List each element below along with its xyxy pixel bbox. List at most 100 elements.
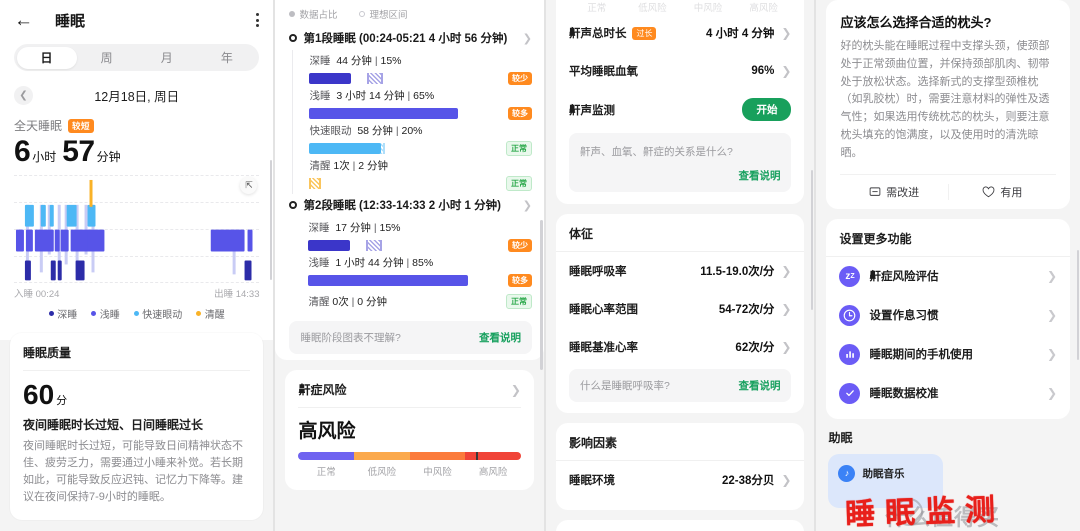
segment-1-header[interactable]: 第1段睡眠 (00:24-05:21 4 小时 56 分钟) ❯ bbox=[289, 27, 532, 50]
avg-spo2-label: 平均睡眠血氧 bbox=[568, 66, 638, 78]
sleep-hours-value: 6 bbox=[14, 135, 31, 168]
stage-bar bbox=[309, 178, 469, 189]
legend-item-deep: 深睡 bbox=[48, 306, 77, 321]
tab-year[interactable]: 年 bbox=[197, 47, 257, 69]
risk-scale-bar bbox=[298, 452, 521, 460]
tab-week[interactable]: 周 bbox=[77, 47, 137, 69]
stage-hint-box[interactable]: 睡眠阶段图表不理解? 查看说明 bbox=[289, 321, 532, 354]
chevron-right-icon[interactable]: ❯ bbox=[1047, 308, 1057, 322]
check-circle-icon bbox=[839, 382, 861, 404]
scrollbar[interactable] bbox=[269, 160, 273, 280]
status-badge: 较多 bbox=[507, 274, 532, 287]
respiration-rate-row[interactable]: 睡眠呼吸率 11.5-19.0次/分 ❯ bbox=[569, 252, 792, 290]
hint-question: 什么是睡眠呼吸率? bbox=[579, 380, 670, 392]
kebab-menu-icon[interactable] bbox=[256, 13, 260, 27]
chevron-right-icon[interactable]: ❯ bbox=[781, 302, 791, 316]
chevron-right-icon[interactable]: ❯ bbox=[781, 64, 791, 78]
baseline-heart-rate-row[interactable]: 睡眠基准心率 62次/分 ❯ bbox=[569, 328, 792, 366]
risk-scale-labels: 正常 低风险 中风险 高风险 bbox=[316, 467, 508, 478]
status-badge: 较多 bbox=[507, 107, 532, 120]
view-explanation-link[interactable]: 查看说明 bbox=[580, 168, 780, 183]
chevron-right-icon[interactable]: ❯ bbox=[511, 383, 521, 397]
respiration-rate-value: 11.5-19.0次/分 bbox=[700, 266, 775, 278]
tab-day[interactable]: 日 bbox=[16, 46, 77, 69]
stage-label: 深睡 44 分钟 | 15% bbox=[309, 55, 402, 67]
sleep-segment-2: 第2段睡眠 (12:33-14:33 2 小时 1 分钟) ❯ 深睡 17 分钟… bbox=[275, 194, 544, 313]
stage-bar-row: 较多 bbox=[309, 107, 532, 120]
sleep-environment-value: 22-38分贝 bbox=[722, 475, 775, 487]
stage-deep-2: 深睡 17 分钟 | 15% 较少 bbox=[308, 217, 532, 252]
useful-button[interactable]: 有用 bbox=[949, 175, 1056, 209]
stage-label: 深睡 17 分钟 | 15% bbox=[308, 222, 401, 234]
vitals-hint-box[interactable]: 什么是睡眠呼吸率? 查看说明 bbox=[568, 369, 792, 402]
feature-set-routine[interactable]: 设置作息习惯 ❯ bbox=[839, 296, 1057, 335]
segment-1-title: 第1段睡眠 (00:24-05:21 4 小时 56 分钟) bbox=[303, 33, 508, 45]
column-snore-vitals: 正常 低风险 中风险 高风险 鼾声总时长 过长 4 小时 4 分钟 ❯ 平均睡眠血氧… bbox=[545, 0, 815, 531]
risk-marker-icon bbox=[476, 452, 478, 460]
stage-bar bbox=[309, 108, 469, 119]
scrollbar[interactable] bbox=[810, 170, 814, 310]
status-badge: 过长 bbox=[632, 26, 657, 40]
feedback-icon bbox=[869, 187, 881, 196]
feature-phone-usage[interactable]: 睡眠期间的手机使用 ❯ bbox=[839, 335, 1057, 374]
sleep-environment-row[interactable]: 睡眠环境 22-38分贝 ❯ bbox=[569, 461, 792, 499]
status-badge: 较少 bbox=[507, 72, 532, 85]
view-explanation-link[interactable]: 查看说明 bbox=[479, 330, 521, 345]
chevron-right-icon[interactable]: ❯ bbox=[781, 340, 791, 354]
chevron-right-icon[interactable]: ❯ bbox=[523, 32, 532, 45]
stage-bar-row: 较少 bbox=[308, 239, 532, 252]
tab-month[interactable]: 月 bbox=[137, 47, 197, 69]
snore-monitor-row: 鼾声监测 开始 bbox=[569, 90, 792, 131]
apnea-risk-card[interactable]: 鼾症风险 ❯ 高风险 正常 低风险 中风险 高风险 bbox=[285, 370, 534, 490]
scrollbar[interactable] bbox=[1076, 250, 1079, 360]
hypnogram-svg bbox=[15, 179, 253, 281]
vitals-card: 体征 睡眠呼吸率 11.5-19.0次/分 ❯ 睡眠心率范围 54-72次/分 … bbox=[555, 214, 805, 413]
chevron-right-icon[interactable]: ❯ bbox=[1047, 347, 1057, 361]
sleep-music-label: 助眠音乐 bbox=[862, 467, 905, 480]
article-card: 应该怎么选择合适的枕头? 好的枕头能在睡眠过程中支撑头颈，使颈部处于正常颈曲位置… bbox=[826, 0, 1070, 209]
score-value: 60 bbox=[23, 379, 55, 410]
hypnogram-chart[interactable]: ⇱ bbox=[14, 175, 260, 283]
chevron-right-icon[interactable]: ❯ bbox=[781, 473, 791, 487]
stage-deep-1: 深睡 44 分钟 | 15% 较少 bbox=[309, 50, 532, 85]
snore-hint-box[interactable]: 鼾声、血氧、鼾症的关系是什么? 查看说明 bbox=[568, 133, 792, 192]
heart-rate-range-label: 睡眠心率范围 bbox=[568, 304, 638, 316]
sleep-aid-title: 助眠 bbox=[828, 430, 853, 445]
segment-marker-icon bbox=[289, 201, 298, 209]
scrollbar[interactable] bbox=[540, 220, 543, 370]
divider bbox=[298, 407, 521, 408]
needs-improvement-button[interactable]: 需改进 bbox=[840, 175, 947, 209]
avg-spo2-row[interactable]: 平均睡眠血氧 96% ❯ bbox=[569, 52, 792, 90]
view-explanation-link[interactable]: 查看说明 bbox=[738, 378, 780, 393]
feature-label: 睡眠数据校准 bbox=[869, 388, 939, 401]
feature-data-calibration[interactable]: 睡眠数据校准 ❯ bbox=[839, 374, 1057, 413]
heart-icon bbox=[983, 186, 995, 197]
heart-rate-range-row[interactable]: 睡眠心率范围 54-72次/分 ❯ bbox=[569, 290, 792, 328]
feature-label: 设置作息习惯 bbox=[869, 310, 939, 323]
sleep-quality-subtitle: 夜间睡眠时长过短、日间睡眠过长 bbox=[23, 418, 204, 432]
segment-2-header[interactable]: 第2段睡眠 (12:33-14:33 2 小时 1 分钟) ❯ bbox=[289, 194, 532, 217]
sleep-hours-unit: 小时 bbox=[32, 150, 57, 164]
heart-rate-range-value: 54-72次/分 bbox=[718, 304, 775, 316]
snore-duration-row[interactable]: 鼾声总时长 过长 4 小时 4 分钟 ❯ bbox=[569, 14, 792, 52]
knowledge-card: 涨知识 分享 bbox=[555, 520, 805, 531]
column-sleep-stages: 数据占比 理想区间 第1段睡眠 (00:24-05:21 4 小时 56 分钟)… bbox=[275, 0, 544, 531]
chevron-right-icon[interactable]: ❯ bbox=[781, 264, 791, 278]
snore-monitor-label: 鼾声监测 bbox=[568, 104, 615, 117]
legend-item-rem: 快速眼动 bbox=[133, 306, 182, 321]
chevron-right-icon[interactable]: ❯ bbox=[781, 26, 791, 40]
stage-bar bbox=[309, 143, 469, 154]
article-title: 应该怎么选择合适的枕头? bbox=[840, 15, 992, 30]
segment-2-title: 第2段睡眠 (12:33-14:33 2 小时 1 分钟) bbox=[303, 200, 501, 212]
chevron-right-icon[interactable]: ❯ bbox=[1047, 386, 1057, 400]
start-snore-monitor-button[interactable]: 开始 bbox=[742, 98, 792, 121]
chevron-left-icon[interactable]: ❮ bbox=[14, 85, 33, 105]
factors-title: 影响因素 bbox=[568, 436, 617, 450]
wake-up-time: 出睡 14:33 bbox=[214, 289, 260, 300]
back-arrow-icon[interactable]: ← bbox=[14, 11, 33, 30]
apnea-risk-title: 鼾症风险 bbox=[298, 383, 347, 397]
chevron-right-icon[interactable]: ❯ bbox=[1047, 269, 1057, 283]
chevron-right-icon[interactable]: ❯ bbox=[523, 199, 532, 212]
sleep-quality-card: 睡眠质量 60 分 夜间睡眠时长过短、日间睡眠过长 夜间睡眠时长过短，可能导致日… bbox=[10, 333, 264, 521]
feature-snore-risk-assessment[interactable]: zZ 鼾症风险评估 ❯ bbox=[839, 257, 1057, 296]
